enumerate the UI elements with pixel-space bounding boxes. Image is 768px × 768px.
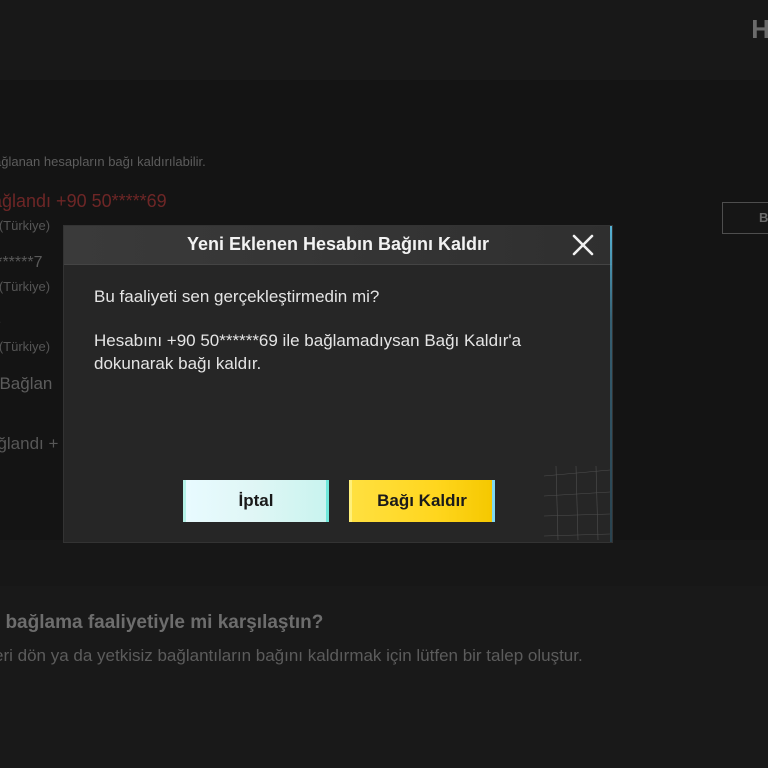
help-subtext: eri dön ya da yetkisiz bağlantıların bağ…	[0, 646, 583, 665]
close-icon	[572, 234, 594, 256]
unlink-button[interactable]: Bağı Kaldır	[349, 480, 495, 522]
region-label: 5 (Türkiye)	[0, 218, 51, 233]
decorative-pattern-icon	[544, 466, 610, 540]
account-item[interactable]: e	[0, 314, 1, 332]
panel-description: ağlanan hesapların bağı kaldırılabilir.	[0, 154, 206, 169]
cancel-button[interactable]: İptal	[183, 480, 329, 522]
linked-phone-label: ağlandı +90 50*****69	[0, 191, 167, 211]
page-title: H	[751, 14, 768, 44]
top-bar: H	[0, 0, 768, 80]
close-button[interactable]	[569, 231, 597, 259]
dialog-question: Bu faaliyeti sen gerçekleştirmedin mi?	[94, 287, 380, 306]
dialog-header: Yeni Eklenen Hesabın Bağını Kaldır	[64, 226, 612, 265]
region-label: 5 (Türkiye)	[0, 279, 51, 294]
linked-accounts-heading: ı Bağlan	[0, 374, 53, 393]
panel-divider	[0, 540, 768, 586]
side-action-button[interactable]: B	[722, 202, 768, 234]
unlink-dialog: Yeni Eklenen Hesabın Bağını Kaldır Bu fa…	[64, 226, 612, 542]
help-question: ap bağlama faaliyetiyle mi karşılaştın?	[0, 612, 324, 633]
phone-item[interactable]: *******7	[0, 254, 42, 272]
region-label: 5 (Türkiye)	[0, 339, 51, 354]
dialog-body: Hesabını +90 50******69 ile bağlamadıysa…	[94, 331, 522, 373]
screen: H ağlanan hesapların bağı kaldırılabilir…	[0, 0, 768, 768]
dialog-edge-accent	[610, 226, 612, 542]
linked-status-label: ağlandı +	[0, 434, 59, 453]
dialog-title: Yeni Eklenen Hesabın Bağını Kaldır	[186, 234, 490, 254]
